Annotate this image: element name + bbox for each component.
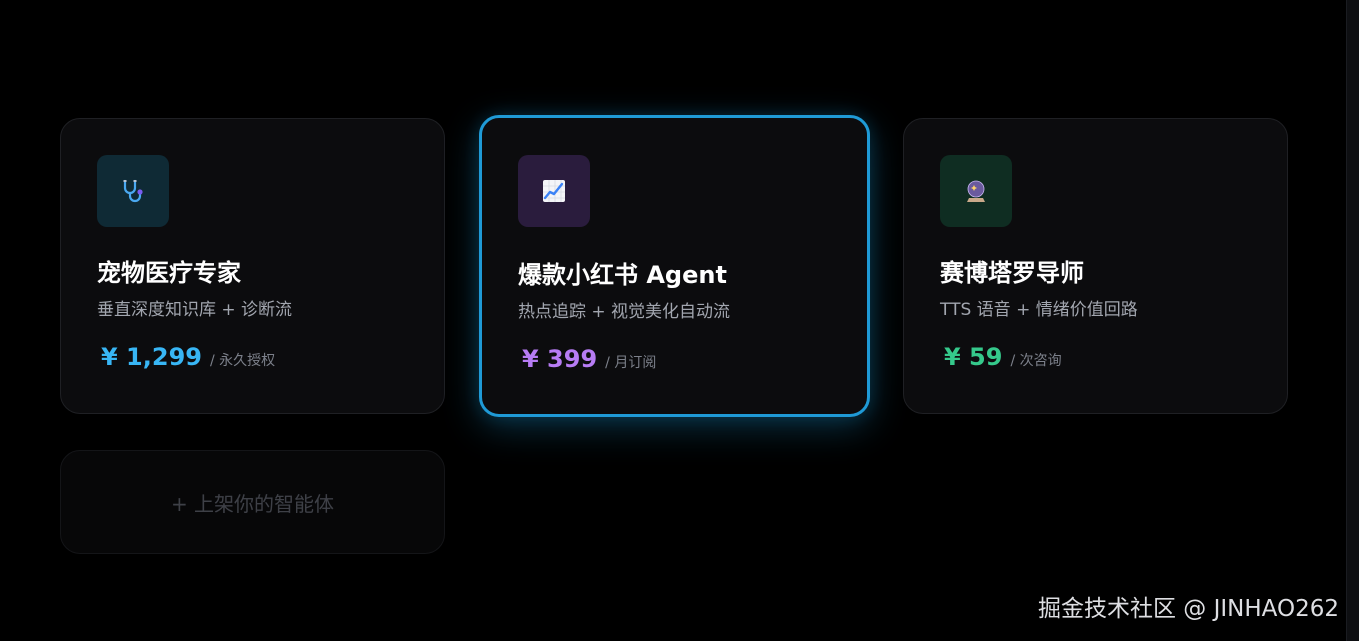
stethoscope-icon (123, 179, 143, 203)
add-agent-button[interactable]: + 上架你的智能体 (60, 450, 445, 554)
card-title: 宠物医疗专家 (97, 259, 241, 287)
price-row: ¥ 59 / 次咨询 (944, 343, 1062, 371)
pricing-stage: 宠物医疗专家 垂直深度知识库 + 诊断流 ¥ 1,299 / 永久授权 爆款小红… (0, 0, 1359, 641)
agent-card-xiaohongshu[interactable]: 爆款小红书 Agent 热点追踪 + 视觉美化自动流 ¥ 399 / 月订阅 (479, 115, 870, 417)
chart-increasing-icon (543, 180, 565, 202)
price-unit: / 月订阅 (605, 355, 657, 371)
price-value: ¥ 1,299 (101, 343, 202, 371)
scrollbar[interactable] (1346, 0, 1359, 641)
price-value: ¥ 399 (522, 345, 598, 373)
watermark: 掘金技术社区 @ JINHAO262 (1037, 596, 1339, 622)
add-agent-label: + 上架你的智能体 (170, 491, 335, 516)
agent-card-cyber-tarot[interactable]: 赛博塔罗导师 TTS 语音 + 情绪价值回路 ¥ 59 / 次咨询 (903, 118, 1288, 414)
card-description: TTS 语音 + 情绪价值回路 (940, 300, 1138, 320)
card-title: 爆款小红书 Agent (518, 261, 727, 289)
price-value: ¥ 59 (944, 343, 1003, 371)
price-unit: / 永久授权 (209, 353, 276, 369)
card-icon-box (97, 155, 169, 227)
card-title: 赛博塔罗导师 (940, 259, 1084, 287)
card-icon-box (940, 155, 1012, 227)
price-row: ¥ 1,299 / 永久授权 (101, 343, 275, 371)
card-icon-box (518, 155, 590, 227)
crystal-ball-icon (967, 180, 985, 202)
price-row: ¥ 399 / 月订阅 (522, 345, 656, 373)
card-description: 垂直深度知识库 + 诊断流 (97, 300, 293, 320)
agent-card-pet-medical[interactable]: 宠物医疗专家 垂直深度知识库 + 诊断流 ¥ 1,299 / 永久授权 (60, 118, 445, 414)
price-unit: / 次咨询 (1010, 353, 1062, 369)
card-description: 热点追踪 + 视觉美化自动流 (518, 302, 731, 322)
